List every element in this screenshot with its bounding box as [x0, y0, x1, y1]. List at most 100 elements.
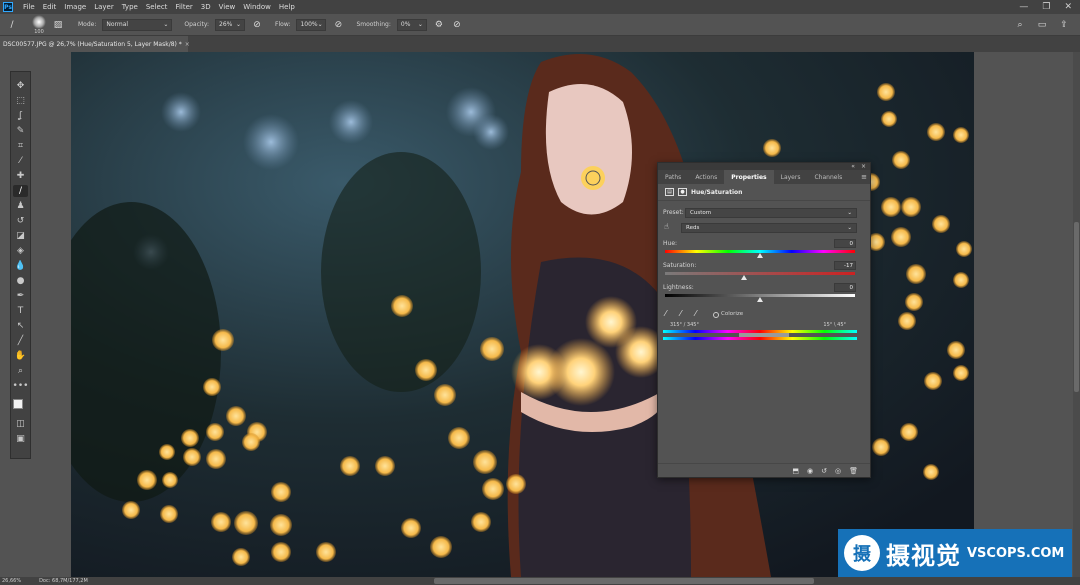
close-icon[interactable]: ×	[861, 163, 866, 170]
panel-footer: ⬒ ◉ ↺ ◎ 🗑	[658, 463, 870, 477]
brush-tool-icon[interactable]: ∕	[13, 185, 28, 197]
eyedropper-tool-icon[interactable]: ⁄	[13, 155, 28, 167]
photoshop-logo: Ps	[3, 2, 13, 12]
tab-actions[interactable]: Actions	[688, 170, 724, 184]
foreground-color[interactable]	[12, 399, 23, 409]
tab-paths[interactable]: Paths	[658, 170, 688, 184]
hand-tool-icon[interactable]: ✋	[13, 350, 28, 362]
tab-channels[interactable]: Channels	[807, 170, 849, 184]
colorize-label: Colorize	[721, 311, 744, 317]
trash-icon[interactable]: 🗑	[849, 467, 858, 475]
layer-mask-icon[interactable]: ●	[678, 188, 687, 196]
adjustment-layer-icon[interactable]: ▤	[665, 188, 674, 196]
brush-settings-icon[interactable]: ▨	[52, 19, 64, 31]
crop-tool-icon[interactable]: ⌗	[13, 140, 28, 152]
close-window-button[interactable]: ✕	[1064, 2, 1072, 12]
eyedropper-minus-icon[interactable]: ⁄	[695, 309, 696, 318]
flow-value: 100%	[300, 21, 318, 28]
menu-type[interactable]: Type	[118, 3, 142, 11]
clip-to-layer-icon[interactable]: ⬒	[792, 467, 799, 475]
channel-dropdown[interactable]: Reds ⌄	[681, 223, 857, 233]
menu-image[interactable]: Image	[60, 3, 90, 11]
menu-filter[interactable]: Filter	[171, 3, 196, 11]
menu-window[interactable]: Window	[239, 3, 275, 11]
move-tool-icon[interactable]: ✥	[13, 80, 28, 92]
quick-select-tool-icon[interactable]: ✎	[13, 125, 28, 137]
history-brush-tool-icon[interactable]: ↺	[13, 215, 28, 227]
document-tab[interactable]: DSC00577.JPG @ 26,7% (Hue/Saturation 5, …	[0, 36, 190, 52]
gear-icon[interactable]: ⚙	[433, 19, 445, 31]
path-select-tool-icon[interactable]: ↖	[13, 320, 28, 332]
zoom-level[interactable]: 26,66%	[2, 578, 21, 584]
hue-slider-thumb[interactable]	[757, 253, 763, 258]
collapse-icon[interactable]: «	[851, 163, 855, 170]
panel-menu-icon[interactable]: ≡	[861, 173, 867, 181]
view-previous-icon[interactable]: ◉	[807, 467, 813, 475]
options-right: ⌕ ▭ ⇪	[1014, 19, 1080, 31]
lasso-tool-icon[interactable]: ʆ	[13, 110, 28, 122]
pressure-opacity-icon[interactable]: ⊘	[251, 19, 263, 31]
more-tools-icon[interactable]: •••	[13, 380, 29, 392]
mode-dropdown[interactable]: Normal ⌄	[102, 18, 173, 31]
menu-file[interactable]: File	[19, 3, 39, 11]
type-tool-icon[interactable]: T	[13, 305, 28, 317]
lightness-slider-thumb[interactable]	[757, 297, 763, 302]
paint-bucket-tool-icon[interactable]: ◈	[13, 245, 28, 257]
menu-select[interactable]: Select	[142, 3, 172, 11]
flow-field[interactable]: 100% ⌄	[296, 18, 327, 31]
hue-value-field[interactable]: 0	[834, 239, 856, 248]
menu-3d[interactable]: 3D	[197, 3, 215, 11]
menu-view[interactable]: View	[215, 3, 240, 11]
quick-mask-icon[interactable]: ◫	[13, 418, 28, 430]
horizontal-scroll-thumb[interactable]	[434, 578, 814, 584]
colorize-checkbox[interactable]	[713, 312, 719, 318]
share-icon[interactable]: ⇪	[1058, 19, 1070, 31]
close-icon[interactable]: ×	[185, 41, 190, 48]
clone-stamp-tool-icon[interactable]: ♟	[13, 200, 28, 212]
chevron-down-icon: ⌄	[847, 225, 852, 231]
lightness-value-field[interactable]: 0	[834, 283, 856, 292]
blur-tool-icon[interactable]: 💧	[13, 260, 28, 272]
chevron-down-icon: ⌄	[317, 21, 323, 28]
panel-tabs: Paths Actions Properties Layers Channels…	[658, 170, 870, 184]
menu-help[interactable]: Help	[275, 3, 299, 11]
mode-value: Normal	[106, 21, 129, 28]
brush-tool-preset-icon[interactable]: ∕	[6, 19, 18, 31]
airbrush-icon[interactable]: ⊘	[332, 19, 344, 31]
reset-icon[interactable]: ↺	[821, 467, 827, 475]
color-swatches[interactable]	[12, 399, 29, 415]
doc-info[interactable]: Doc: 68,7M/177,2M	[39, 578, 88, 584]
eyedropper-icon[interactable]: ⁄	[665, 309, 666, 318]
menu-edit[interactable]: Edit	[39, 3, 61, 11]
saturation-slider-thumb[interactable]	[741, 275, 747, 280]
search-icon[interactable]: ⌕	[1014, 19, 1026, 31]
vertical-scrollbar[interactable]	[1073, 52, 1080, 577]
saturation-value-field[interactable]: -17	[834, 261, 856, 270]
dodge-tool-icon[interactable]: ●	[13, 275, 28, 287]
eraser-tool-icon[interactable]: ◪	[13, 230, 28, 242]
maximize-button[interactable]: ❐	[1042, 2, 1050, 12]
smoothing-field[interactable]: 0% ⌄	[396, 18, 427, 31]
brush-size-picker[interactable]: 100	[32, 14, 46, 35]
preset-dropdown[interactable]: Custom ⌄	[685, 208, 857, 218]
targeted-adjustment-icon[interactable]: ☝	[664, 222, 669, 231]
tab-layers[interactable]: Layers	[774, 170, 808, 184]
marquee-tool-icon[interactable]: ⬚	[13, 95, 28, 107]
visibility-eye-icon[interactable]: ◎	[835, 467, 841, 475]
tab-properties[interactable]: Properties	[724, 170, 774, 184]
pen-tool-icon[interactable]: ✒	[13, 290, 28, 302]
minimize-button[interactable]: —	[1019, 2, 1028, 12]
eyedropper-plus-icon[interactable]: ⁄	[680, 309, 681, 318]
line-tool-icon[interactable]: ╱	[13, 335, 28, 347]
workspace-icon[interactable]: ▭	[1036, 19, 1048, 31]
watermark-english-text: VSCOPS.COM	[967, 545, 1065, 561]
menu-layer[interactable]: Layer	[90, 3, 118, 11]
pressure-size-icon[interactable]: ⊘	[451, 19, 463, 31]
opacity-field[interactable]: 26% ⌄	[215, 18, 246, 31]
screen-mode-icon[interactable]: ▣	[13, 433, 28, 445]
healing-brush-tool-icon[interactable]: ✚	[13, 170, 28, 182]
options-bar: ∕ 100 ▨ Mode: Normal ⌄ Opacity: 26% ⌄ ⊘ …	[0, 14, 1080, 36]
saturation-slider-track[interactable]	[665, 272, 855, 275]
zoom-tool-icon[interactable]: ⌕	[13, 365, 28, 377]
vertical-scroll-thumb[interactable]	[1074, 222, 1079, 392]
